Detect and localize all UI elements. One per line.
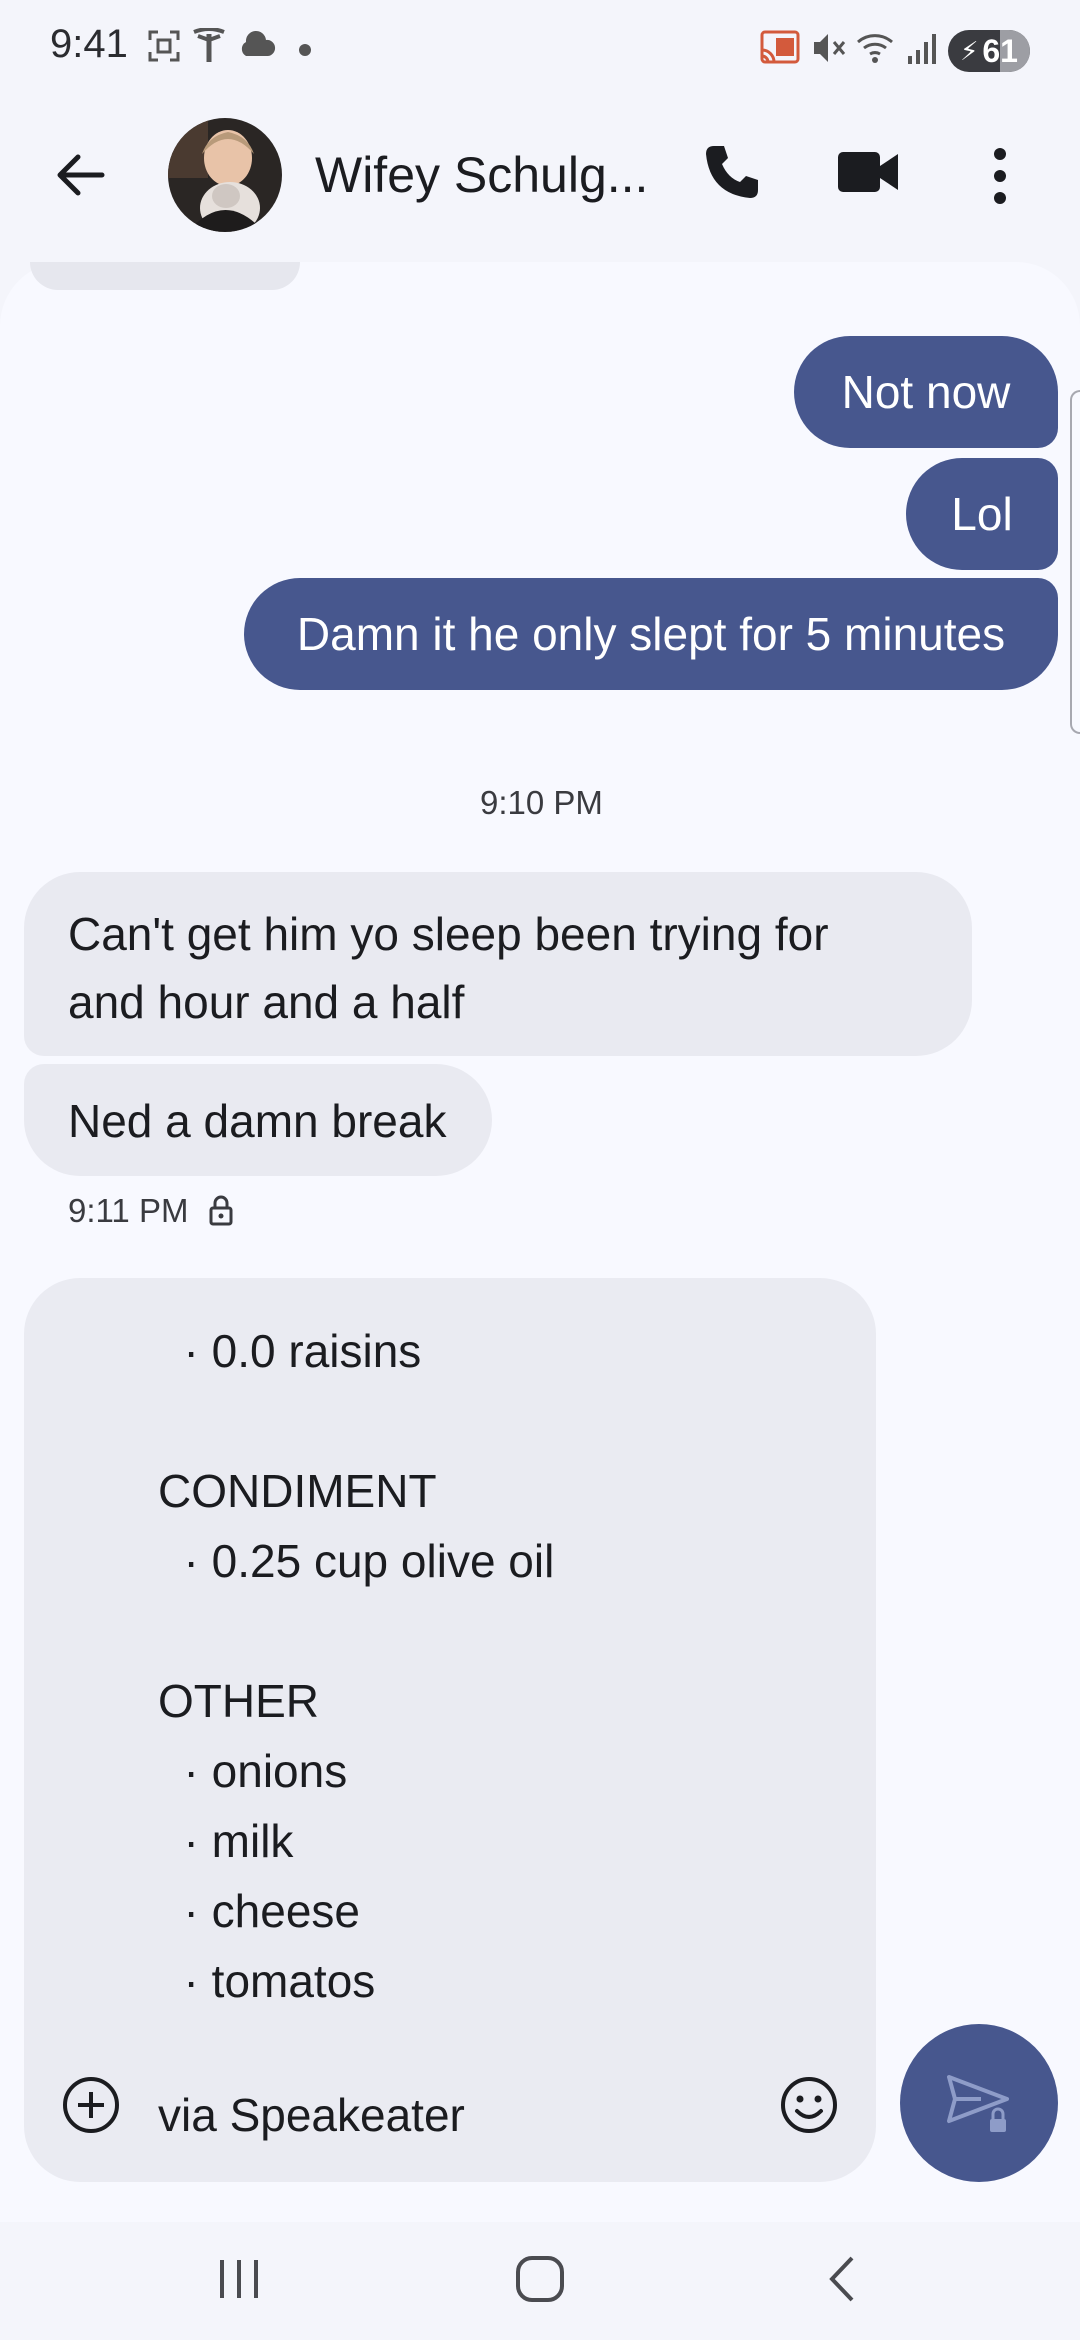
message-text: Ned a damn break xyxy=(68,1095,447,1147)
outgoing-message-bubble[interactable]: Not now xyxy=(794,336,1058,448)
draft-line: · tomatos xyxy=(158,1955,376,2007)
add-attachment-icon[interactable] xyxy=(60,2074,122,2136)
more-options-icon[interactable] xyxy=(984,144,1016,208)
send-lock-icon xyxy=(947,2075,1009,2132)
timestamp-text: 9:11 PM xyxy=(68,1192,189,1229)
mute-icon xyxy=(814,34,846,62)
outgoing-message-bubble[interactable]: Lol xyxy=(906,458,1058,570)
compose-box[interactable]: · 0.0 raisins CONDIMENT · 0.25 cup olive… xyxy=(24,1278,876,2182)
emoji-icon[interactable] xyxy=(778,2074,840,2136)
notification-dot-icon xyxy=(299,44,311,56)
video-call-icon[interactable] xyxy=(836,144,900,200)
contact-name[interactable]: Wifey Schulg... xyxy=(315,146,648,204)
scrollbar[interactable] xyxy=(1070,390,1080,734)
draft-line xyxy=(158,1386,554,1456)
incoming-message-bubble[interactable]: Ned a damn break xyxy=(24,1064,492,1176)
system-navigation-bar xyxy=(0,2222,1080,2340)
draft-line: · 0.25 cup olive oil xyxy=(158,1535,555,1587)
draft-line: · cheese xyxy=(158,1885,360,1937)
message-text-line: and hour and a half xyxy=(68,976,465,1028)
battery-level: 61 xyxy=(982,32,1018,69)
contact-avatar[interactable] xyxy=(168,118,282,232)
recent-apps-icon[interactable] xyxy=(214,2252,264,2306)
message-text: Damn it he only slept for 5 minutes xyxy=(296,608,1006,660)
previous-message-bubble xyxy=(30,262,300,290)
draft-line: · 0.0 raisins xyxy=(158,1325,422,1377)
screenshot-icon xyxy=(148,30,180,62)
draft-line: CONDIMENT xyxy=(158,1465,437,1517)
battery-bolt-icon: ⚡ xyxy=(960,35,979,66)
incoming-message-bubble[interactable]: Can't get him yo sleep been trying for a… xyxy=(24,872,972,1056)
draft-line: · onions xyxy=(158,1745,348,1797)
cast-icon xyxy=(760,30,800,64)
nav-back-icon[interactable] xyxy=(820,2252,864,2306)
message-text: Lol xyxy=(951,488,1013,540)
draft-line xyxy=(158,1596,554,1666)
signal-icon xyxy=(908,34,936,64)
back-arrow-icon[interactable] xyxy=(50,145,110,205)
draft-line: OTHER xyxy=(158,1675,319,1727)
status-bar: 9:41 ⚡ 61 xyxy=(0,0,1080,100)
message-text-line: Can't get him yo sleep been trying for xyxy=(68,908,829,960)
home-icon[interactable] xyxy=(512,2252,568,2306)
lock-icon xyxy=(209,1195,233,1226)
message-text: Not now xyxy=(841,366,1011,418)
tesla-icon xyxy=(193,28,225,62)
compose-draft-text[interactable]: · 0.0 raisins CONDIMENT · 0.25 cup olive… xyxy=(158,1316,554,2016)
message-timestamp: 9:11 PM xyxy=(68,1192,234,1230)
conversation-header: Wifey Schulg... xyxy=(0,100,1080,260)
wifi-icon xyxy=(857,34,893,63)
battery-indicator: ⚡ 61 xyxy=(948,30,1030,72)
cloud-icon xyxy=(241,30,276,56)
status-time: 9:41 xyxy=(50,22,128,66)
compose-input[interactable]: via Speakeater xyxy=(158,2088,465,2142)
send-button[interactable] xyxy=(900,2024,1058,2182)
draft-line: · milk xyxy=(158,1815,294,1867)
outgoing-message-bubble[interactable]: Damn it he only slept for 5 minutes xyxy=(244,578,1058,690)
message-timestamp: 9:10 PM xyxy=(480,784,603,821)
phone-call-icon[interactable] xyxy=(700,140,764,204)
